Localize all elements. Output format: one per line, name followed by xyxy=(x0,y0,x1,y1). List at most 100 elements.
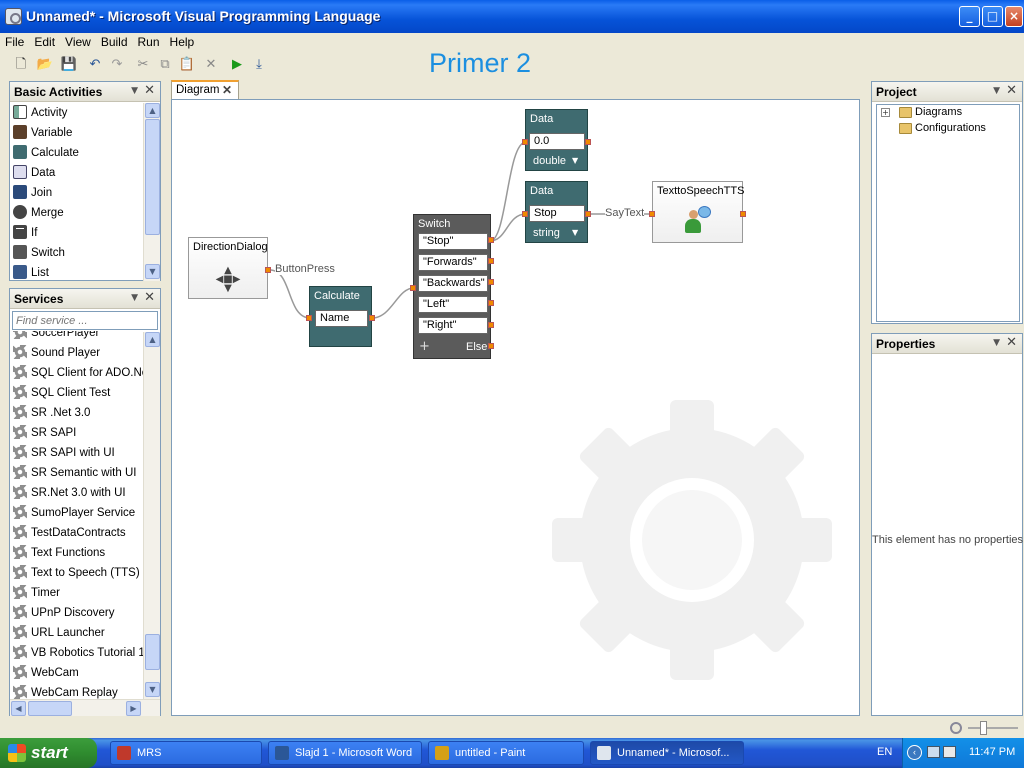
activity-item-if[interactable]: If xyxy=(10,223,143,243)
service-item[interactable]: UPnP Discovery xyxy=(10,603,143,623)
service-item[interactable]: SQL Client for ADO.Net xyxy=(10,363,143,383)
services-scrollbar[interactable]: ▲ ▼ xyxy=(143,332,160,699)
output-port[interactable] xyxy=(488,300,494,306)
service-item[interactable]: Text Functions xyxy=(10,543,143,563)
switch-case-field[interactable]: "Backwards" xyxy=(418,275,488,292)
activity-item-variable[interactable]: Variable xyxy=(10,123,143,143)
service-item[interactable]: SR SAPI xyxy=(10,423,143,443)
add-case-button[interactable]: + xyxy=(419,339,430,354)
expand-icon[interactable]: + xyxy=(881,108,890,117)
menu-edit[interactable]: Edit xyxy=(29,33,60,49)
zoom-slider[interactable] xyxy=(968,727,1018,729)
data-type-select[interactable]: double xyxy=(533,155,566,167)
close-icon[interactable]: ✕ xyxy=(222,83,232,97)
chevron-down-icon[interactable]: ▼ xyxy=(993,338,1000,348)
activity-item-data[interactable]: Data xyxy=(10,163,143,183)
save-icon[interactable]: 💾 xyxy=(60,56,78,74)
service-item[interactable]: SR.Net 3.0 with UI xyxy=(10,483,143,503)
input-port[interactable] xyxy=(306,315,312,321)
minimize-button[interactable]: _ xyxy=(959,6,980,27)
data-node[interactable]: Data 0.0 double ▼ xyxy=(525,109,588,171)
scroll-thumb[interactable] xyxy=(145,634,160,670)
activity-item-calculate[interactable]: Calculate xyxy=(10,143,143,163)
output-port[interactable] xyxy=(585,139,591,145)
tree-item-configurations[interactable]: Configurations xyxy=(915,122,986,134)
scroll-up-icon[interactable]: ▲ xyxy=(145,332,160,347)
activities-scrollbar[interactable]: ▲ ▼ xyxy=(143,103,160,281)
activity-item-switch[interactable]: Switch xyxy=(10,243,143,263)
output-port[interactable] xyxy=(488,322,494,328)
service-item[interactable]: WebCam xyxy=(10,663,143,683)
data-type-select[interactable]: string xyxy=(533,227,560,239)
paste-icon[interactable]: 📋 xyxy=(178,56,196,74)
service-item[interactable]: SR SAPI with UI xyxy=(10,443,143,463)
service-item[interactable]: SQL Client Test xyxy=(10,383,143,403)
network-icon[interactable] xyxy=(927,746,940,758)
output-port[interactable] xyxy=(488,258,494,264)
switch-case-field[interactable]: "Right" xyxy=(418,317,488,334)
switch-case-field[interactable]: "Left" xyxy=(418,296,488,313)
activity-item-merge[interactable]: Merge xyxy=(10,203,143,223)
service-item[interactable]: VB Robotics Tutorial 1 xyxy=(10,643,143,663)
services-hscrollbar[interactable]: ◀ ▶ xyxy=(10,699,160,716)
scroll-left-icon[interactable]: ◀ xyxy=(11,701,26,716)
close-icon[interactable]: ✕ xyxy=(144,83,155,98)
diagram-canvas[interactable]: DirectionDialog ▲ ◀■▶ ▼ ButtonPress Calcul… xyxy=(171,99,860,716)
task-vpl[interactable]: Unnamed* - Microsof... xyxy=(590,741,744,765)
start-button[interactable]: start xyxy=(0,738,97,768)
task-word[interactable]: Slajd 1 - Microsoft Word xyxy=(268,741,422,765)
activity-item-activity[interactable]: Activity xyxy=(10,103,143,123)
chevron-left-icon[interactable]: ‹ xyxy=(907,745,922,760)
search-input[interactable] xyxy=(12,311,158,330)
language-indicator[interactable]: EN xyxy=(877,746,892,758)
data-value-field[interactable]: Stop xyxy=(529,205,585,222)
input-port[interactable] xyxy=(522,139,528,145)
input-port[interactable] xyxy=(410,285,416,291)
input-port[interactable] xyxy=(522,211,528,217)
run-icon[interactable]: ▶ xyxy=(228,56,246,74)
close-icon[interactable]: ✕ xyxy=(1006,83,1017,98)
app-icon[interactable] xyxy=(5,8,22,25)
scroll-right-icon[interactable]: ▶ xyxy=(126,701,141,716)
service-item[interactable]: SoccerPlayer xyxy=(10,331,143,343)
data-value-field[interactable]: 0.0 xyxy=(529,133,585,150)
undo-icon[interactable]: ↶ xyxy=(86,56,104,74)
new-icon[interactable]: 🗋 xyxy=(12,56,30,74)
redo-icon[interactable]: ↷ xyxy=(108,56,126,74)
chevron-down-icon[interactable]: ▼ xyxy=(572,156,578,165)
copy-icon[interactable]: ⧉ xyxy=(156,56,174,74)
switch-case-field[interactable]: "Stop" xyxy=(418,233,488,250)
service-item[interactable]: TestDataContracts xyxy=(10,523,143,543)
task-paint[interactable]: untitled - Paint xyxy=(428,741,584,765)
scroll-down-icon[interactable]: ▼ xyxy=(145,682,160,697)
switch-case-field[interactable]: "Forwards" xyxy=(418,254,488,271)
chevron-down-icon[interactable]: ▼ xyxy=(993,86,1000,96)
chevron-down-icon[interactable]: ▼ xyxy=(572,228,578,237)
service-item[interactable]: WebCam Replay xyxy=(10,683,143,699)
menu-help[interactable]: Help xyxy=(165,33,200,49)
debug-icon[interactable]: ⤓ xyxy=(250,56,268,74)
activity-item-list[interactable]: List xyxy=(10,263,143,281)
output-port[interactable] xyxy=(585,211,591,217)
close-button[interactable]: × xyxy=(1005,6,1023,27)
maximize-button[interactable]: □ xyxy=(982,6,1003,27)
chevron-down-icon[interactable]: ▼ xyxy=(131,86,138,96)
output-port[interactable] xyxy=(740,211,746,217)
tab-diagram[interactable]: Diagram ✕ xyxy=(171,80,239,100)
output-port[interactable] xyxy=(488,343,494,349)
tree-item-diagrams[interactable]: Diagrams xyxy=(915,106,962,118)
output-port[interactable] xyxy=(369,315,375,321)
service-item[interactable]: SumoPlayer Service xyxy=(10,503,143,523)
scroll-thumb[interactable] xyxy=(145,119,160,235)
calculate-expression-field[interactable]: Name xyxy=(315,310,368,327)
zoom-icon[interactable] xyxy=(950,722,962,734)
menu-build[interactable]: Build xyxy=(96,33,133,49)
menu-view[interactable]: View xyxy=(60,33,96,49)
delete-icon[interactable]: ✕ xyxy=(202,56,220,74)
output-port[interactable] xyxy=(488,237,494,243)
tts-node[interactable]: TexttoSpeechTTS xyxy=(652,181,744,243)
activity-item-join[interactable]: Join xyxy=(10,183,143,203)
direction-dialog-node[interactable]: DirectionDialog ▲ ◀■▶ ▼ xyxy=(188,237,268,299)
output-port[interactable] xyxy=(488,279,494,285)
service-item[interactable]: Text to Speech (TTS) xyxy=(10,563,143,583)
